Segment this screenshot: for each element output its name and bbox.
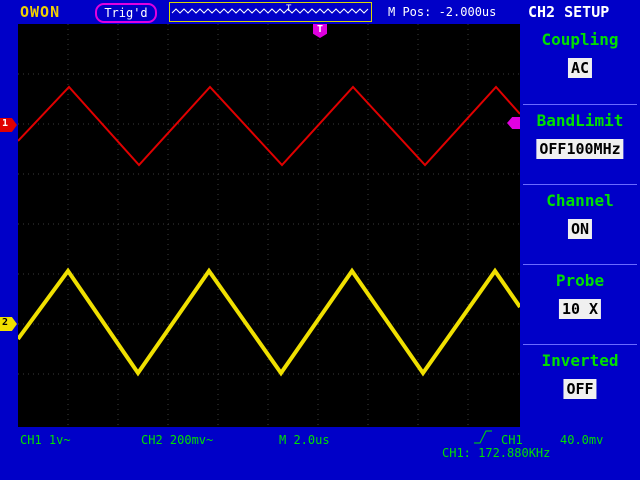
ch1-scale: CH1 1v~ (20, 433, 71, 447)
ch2-scale: CH2 200mv~ (141, 433, 214, 447)
trigger-marker-label: T (316, 24, 324, 35)
trigger-level: 40.0mv (560, 433, 604, 447)
trigger-edge-icon (474, 430, 492, 447)
menu-coupling[interactable]: Coupling AC (523, 24, 637, 100)
brand-logo: OWON (20, 3, 61, 21)
memory-trigger-marker: T (286, 4, 292, 14)
ch2-waveform (17, 85, 521, 167)
menu-value: AC (567, 58, 593, 78)
ch2-marker[interactable]: 2 (0, 317, 17, 331)
menu-label: Probe (555, 271, 605, 290)
menu-title: CH2 SETUP (528, 3, 610, 21)
top-bar: OWON Trig'd T M Pos: -2.000us CH2 SETUP (0, 0, 640, 24)
menu-label: Channel (546, 191, 614, 210)
ch2-setup-menu: Coupling AC BandLimit OFF100MHz Channel … (520, 24, 640, 427)
menu-inverted[interactable]: Inverted OFF (523, 344, 637, 421)
ch1-waveform (16, 267, 522, 377)
menu-value: OFF100MHz (536, 139, 624, 159)
menu-label: BandLimit (536, 111, 624, 130)
waveform-display (16, 24, 522, 427)
status-bar: CH1 1v~ CH2 200mv~ M 2.0us CH1 40.0mv CH… (0, 428, 640, 480)
menu-bandlimit[interactable]: BandLimit OFF100MHz (523, 104, 637, 181)
memory-waveform-icon: T (171, 4, 369, 14)
grid-lines (18, 24, 520, 427)
ch2-marker-label: 2 (2, 317, 9, 328)
menu-label: Inverted (541, 351, 619, 370)
trigger-status-badge: Trig'd (95, 3, 157, 23)
ch1-marker-label: 1 (2, 118, 9, 129)
ch1-marker[interactable]: 1 (0, 118, 17, 132)
frequency-readout: CH1: 172.880KHz (442, 446, 551, 460)
menu-value: 10 X (558, 299, 602, 319)
menu-channel[interactable]: Channel ON (523, 184, 637, 261)
time-base: M 2.0us (279, 433, 330, 447)
menu-probe[interactable]: Probe 10 X (523, 264, 637, 341)
trigger-source: CH1 (501, 433, 523, 447)
memory-position-bar: T (169, 2, 372, 22)
menu-value: OFF (563, 379, 597, 399)
waveform-grid (16, 24, 522, 427)
menu-value: ON (567, 219, 593, 239)
menu-label: Coupling (541, 30, 619, 49)
m-pos-readout: M Pos: -2.000us (388, 5, 497, 19)
